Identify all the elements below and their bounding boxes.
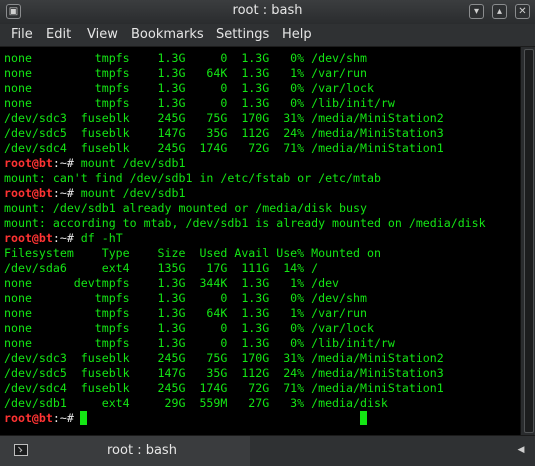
terminal-output-line: none tmpfs 1.3G 0 1.3G 0% /lib/init/rw bbox=[4, 336, 395, 350]
terminal-output-line: none tmpfs 1.3G 0 1.3G 0% /var/lock bbox=[4, 321, 374, 335]
prompt-path: :~# bbox=[52, 231, 81, 245]
terminal-output-line: /dev/sdc4 fuseblk 245G 174G 72G 71% /med… bbox=[4, 141, 444, 155]
tab-label: root : bash bbox=[107, 443, 177, 458]
terminal-output-line: Filesystem Type Size Used Avail Use% Mou… bbox=[4, 246, 381, 260]
menu-settings[interactable]: Settings bbox=[216, 27, 269, 42]
close-icon[interactable]: ✕ bbox=[515, 4, 530, 19]
tab-root-bash[interactable]: root : bash bbox=[0, 436, 250, 466]
terminal-output-line: mount: can't find /dev/sdb1 in /etc/fsta… bbox=[4, 171, 381, 185]
scrollbar-thumb[interactable] bbox=[524, 49, 534, 433]
terminal-output-line: none tmpfs 1.3G 0 1.3G 0% /dev/shm bbox=[4, 51, 367, 65]
terminal-command-line: root@bt:~# bbox=[4, 411, 81, 426]
terminal-command-line: root@bt:~# df -hT bbox=[4, 231, 123, 246]
terminal-output-line: none tmpfs 1.3G 64K 1.3G 1% /var/run bbox=[4, 66, 367, 80]
prompt-path: :~# bbox=[52, 186, 81, 200]
window-title: root : bash bbox=[232, 3, 303, 18]
prompt-user: root@bt bbox=[4, 231, 53, 245]
terminal-scrollbar[interactable] bbox=[520, 47, 535, 435]
menu-bookmarks[interactable]: Bookmarks bbox=[131, 27, 204, 42]
menu-view[interactable]: View bbox=[87, 27, 118, 42]
terminal-output-line: /dev/sdc3 fuseblk 245G 75G 170G 31% /med… bbox=[4, 111, 444, 125]
terminal-output-line: /dev/sdb1 ext4 29G 559M 27G 3% /media/di… bbox=[4, 396, 388, 410]
prompt-user: root@bt bbox=[4, 186, 53, 200]
menu-bar: File Edit View Bookmarks Settings Help bbox=[0, 24, 535, 47]
prompt-user: root@bt bbox=[4, 156, 53, 170]
terminal-output-line: mount: according to mtab, /dev/sdb1 is a… bbox=[4, 216, 486, 230]
title-bar[interactable]: ▣ root : bash ▾ ▴ ✕ bbox=[0, 0, 535, 25]
text-cursor bbox=[80, 411, 87, 425]
terminal-output-line: none tmpfs 1.3G 0 1.3G 0% /lib/init/rw bbox=[4, 96, 395, 110]
terminal-output-line: /dev/sdc5 fuseblk 147G 35G 112G 24% /med… bbox=[4, 366, 444, 380]
mouse-pointer-block bbox=[360, 411, 367, 425]
terminal-tab-icon bbox=[14, 444, 28, 456]
terminal-output-line: none tmpfs 1.3G 64K 1.3G 1% /var/run bbox=[4, 306, 367, 320]
terminal-command-line: root@bt:~# mount /dev/sdb1 bbox=[4, 156, 186, 171]
menu-file[interactable]: File bbox=[11, 27, 33, 42]
terminal-output-line: /dev/sdc3 fuseblk 245G 75G 170G 31% /med… bbox=[4, 351, 444, 365]
terminal-output-line: none tmpfs 1.3G 0 1.3G 0% /dev/shm bbox=[4, 291, 367, 305]
maximize-icon[interactable]: ▴ bbox=[492, 4, 507, 19]
tab-scroll-icon[interactable]: ◀ bbox=[515, 444, 527, 456]
terminal-output-line: /dev/sdc4 fuseblk 245G 174G 72G 71% /med… bbox=[4, 381, 444, 395]
terminal-output-line: /dev/sda6 ext4 135G 17G 111G 14% / bbox=[4, 261, 319, 275]
command-text: mount /dev/sdb1 bbox=[80, 156, 186, 170]
terminal-window: ▣ root : bash ▾ ▴ ✕ File Edit View Bookm… bbox=[0, 0, 535, 466]
terminal-output[interactable]: none tmpfs 1.3G 0 1.3G 0% /dev/shm none t… bbox=[0, 47, 520, 435]
minimize-icon[interactable]: ▾ bbox=[469, 4, 484, 19]
prompt-path: :~# bbox=[52, 411, 81, 425]
terminal-output-line: none devtmpfs 1.3G 344K 1.3G 1% /dev bbox=[4, 276, 340, 290]
menu-help[interactable]: Help bbox=[282, 27, 312, 42]
terminal-output-line: none tmpfs 1.3G 0 1.3G 0% /var/lock bbox=[4, 81, 374, 95]
prompt-path: :~# bbox=[52, 156, 81, 170]
tab-bar: root : bash ◀ bbox=[0, 435, 535, 466]
menu-edit[interactable]: Edit bbox=[46, 27, 71, 42]
command-text: mount /dev/sdb1 bbox=[80, 186, 186, 200]
prompt-user: root@bt bbox=[4, 411, 53, 425]
terminal-output-line: mount: /dev/sdb1 already mounted or /med… bbox=[4, 201, 367, 215]
terminal-output-line: /dev/sdc5 fuseblk 147G 35G 112G 24% /med… bbox=[4, 126, 444, 140]
terminal-command-line: root@bt:~# mount /dev/sdb1 bbox=[4, 186, 186, 201]
command-text: df -hT bbox=[80, 231, 123, 245]
